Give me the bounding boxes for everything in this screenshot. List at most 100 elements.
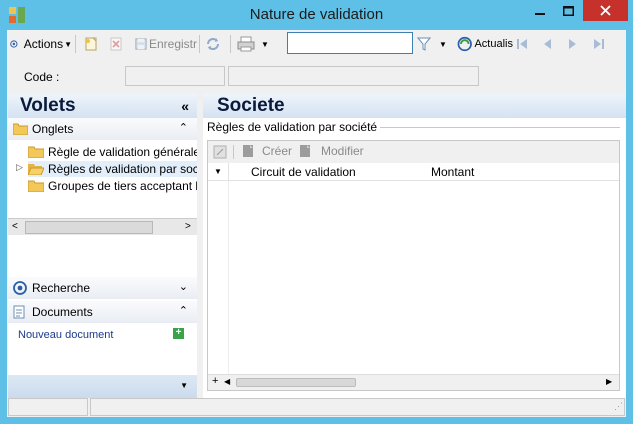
print-button[interactable]: ▼ bbox=[237, 34, 277, 54]
last-button[interactable] bbox=[592, 34, 610, 54]
delete-button[interactable] bbox=[109, 34, 127, 54]
next-icon bbox=[569, 39, 576, 49]
minimize-button[interactable] bbox=[527, 0, 553, 21]
search-input[interactable] bbox=[288, 33, 412, 53]
code-field[interactable] bbox=[125, 66, 225, 86]
column-header-circuit[interactable]: Circuit de validation bbox=[251, 165, 356, 179]
window-frame: Nature de validation Actions ▼ Enregistr… bbox=[0, 0, 633, 424]
refresh-icon bbox=[207, 38, 219, 50]
chevron-down-icon: ▼ bbox=[261, 39, 269, 49]
folder-icon bbox=[28, 180, 44, 192]
minimize-icon bbox=[535, 12, 545, 15]
resize-grip-icon[interactable]: ⋰ bbox=[614, 401, 623, 412]
tree-item-label: Règle de validation générale bbox=[48, 145, 197, 159]
actualiser-button[interactable]: Actualis bbox=[457, 34, 513, 54]
maximize-icon bbox=[562, 5, 574, 16]
new-button[interactable] bbox=[84, 34, 102, 54]
code-description-field[interactable] bbox=[228, 66, 479, 86]
modify-label: Modifier bbox=[321, 144, 364, 158]
column-header-montant[interactable]: Montant bbox=[431, 165, 474, 179]
tree-item-label: Groupes de tiers acceptant l bbox=[48, 179, 197, 193]
recherche-section-header[interactable]: Recherche ⌄ bbox=[8, 277, 197, 299]
maximize-button[interactable] bbox=[555, 0, 581, 21]
next-button[interactable] bbox=[566, 34, 584, 54]
collapse-up-icon: ⌃ bbox=[178, 305, 188, 317]
scroll-thumb[interactable] bbox=[25, 221, 153, 234]
window-content: Actions ▼ Enregistr ▼ ▼ Actualis Code: … bbox=[7, 30, 626, 417]
code-label: Code : bbox=[24, 70, 60, 84]
documents-label: Documents bbox=[32, 305, 93, 319]
societe-panel: Societe Règles de validation par société… bbox=[203, 94, 626, 398]
close-button[interactable] bbox=[583, 0, 628, 21]
volets-header: Volets « bbox=[8, 94, 197, 118]
documents-section-header[interactable]: Documents ⌃ bbox=[8, 301, 197, 323]
first-icon bbox=[517, 39, 527, 49]
delete-icon bbox=[110, 37, 122, 51]
tree-item-regles-societe[interactable]: Règles de validation par soc bbox=[28, 161, 197, 177]
recherche-label: Recherche bbox=[32, 281, 91, 295]
toolbar-separator bbox=[199, 35, 200, 53]
actions-icon bbox=[10, 40, 18, 48]
folder-open-icon bbox=[28, 164, 44, 175]
scroll-left-icon[interactable]: ◀ bbox=[224, 377, 230, 386]
grid-toolbar: Créer Modifier bbox=[208, 141, 619, 163]
first-button[interactable] bbox=[515, 34, 533, 54]
expand-arrow-icon[interactable]: ▷ bbox=[16, 162, 23, 173]
row-selector-icon[interactable]: ▼ bbox=[214, 167, 222, 176]
column-divider bbox=[228, 181, 229, 374]
onglets-section-header[interactable]: Onglets ⌃ bbox=[8, 118, 197, 140]
collapse-panel-icon[interactable]: « bbox=[181, 98, 189, 114]
save-button[interactable]: Enregistr bbox=[135, 34, 197, 54]
toolbar: Actions ▼ Enregistr ▼ ▼ Actualis bbox=[7, 30, 626, 58]
close-icon bbox=[600, 5, 611, 16]
create-button[interactable]: Créer bbox=[241, 144, 292, 158]
scroll-left-icon[interactable]: < bbox=[12, 221, 18, 232]
create-label: Créer bbox=[262, 144, 293, 158]
add-row-icon[interactable]: + bbox=[212, 375, 218, 387]
create-icon bbox=[243, 145, 253, 157]
column-divider bbox=[228, 163, 229, 180]
societe-header: Societe bbox=[203, 94, 626, 118]
tree-item-label: Règles de validation par soc bbox=[48, 162, 197, 176]
save-label: Enregistr bbox=[148, 37, 197, 51]
plus-icon[interactable]: + bbox=[173, 328, 184, 339]
scroll-right-icon[interactable]: ▶ bbox=[606, 377, 612, 386]
print-icon bbox=[237, 36, 255, 52]
chevron-down-icon[interactable]: ▼ bbox=[180, 381, 188, 390]
toolbar-separator bbox=[233, 145, 234, 159]
refresh-button[interactable] bbox=[205, 34, 225, 54]
actualiser-label: Actualis bbox=[474, 38, 513, 50]
last-icon bbox=[594, 39, 604, 49]
group-divider bbox=[363, 127, 620, 128]
onglets-tree: Règle de validation générale Règles de v… bbox=[8, 140, 197, 218]
grid-export-icon[interactable] bbox=[213, 145, 227, 159]
societe-title: Societe bbox=[217, 95, 285, 116]
new-document-link[interactable]: Nouveau document bbox=[18, 329, 113, 341]
grid-scrollbar[interactable]: + ◀ ▶ bbox=[208, 374, 619, 390]
tree-item-groupes-tiers[interactable]: Groupes de tiers acceptant l bbox=[28, 178, 197, 194]
collapse-up-icon: ⌃ bbox=[178, 122, 188, 134]
tree-scrollbar[interactable]: < > bbox=[8, 218, 197, 235]
save-icon bbox=[135, 38, 147, 50]
scroll-thumb[interactable] bbox=[236, 378, 356, 387]
search-field[interactable] bbox=[287, 32, 413, 54]
actions-button[interactable]: Actions ▼ bbox=[10, 34, 72, 54]
panel-bottom-bar: ▼ bbox=[8, 375, 197, 398]
modify-button[interactable]: Modifier bbox=[298, 144, 364, 158]
filter-dropdown-button[interactable]: ▼ bbox=[439, 34, 453, 54]
actions-label: Actions bbox=[23, 37, 64, 51]
chevron-down-icon: ▼ bbox=[439, 39, 447, 49]
prev-icon bbox=[544, 39, 551, 49]
toolbar-separator bbox=[75, 35, 76, 53]
status-cell bbox=[8, 398, 88, 416]
folder-icon bbox=[28, 146, 44, 158]
chevron-down-icon: ▼ bbox=[64, 39, 72, 49]
prev-button[interactable] bbox=[540, 34, 558, 54]
grid-header-row: ▼ Circuit de validation Montant bbox=[208, 163, 619, 181]
tree-item-regle-generale[interactable]: Règle de validation générale bbox=[28, 144, 197, 160]
expand-down-icon: ⌄ bbox=[178, 281, 188, 293]
actualiser-icon bbox=[457, 36, 472, 52]
filter-button[interactable] bbox=[417, 34, 433, 54]
new-icon bbox=[85, 37, 97, 51]
scroll-right-icon[interactable]: > bbox=[185, 221, 191, 232]
